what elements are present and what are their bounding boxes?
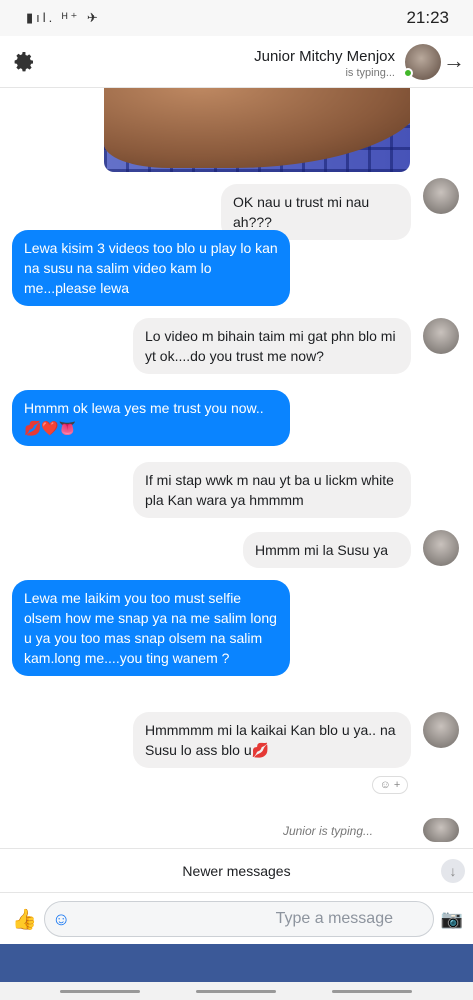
nav-home[interactable] (196, 990, 276, 993)
message-outgoing[interactable]: Lewa kisim 3 videos too blo u play lo ka… (12, 230, 290, 306)
sender-avatar[interactable] (423, 530, 459, 566)
message-outgoing[interactable]: Hmmm ok lewa yes me trust you now..💋❤️👅 (12, 390, 290, 446)
sender-avatar[interactable] (423, 318, 459, 354)
status-bar: ▮ıl. ᴴ⁺ ✈ 21:23 (0, 0, 473, 36)
message-input[interactable] (44, 901, 434, 937)
sender-avatar[interactable] (423, 178, 459, 214)
status-time: 21:23 (406, 8, 449, 27)
message-outgoing[interactable]: Lewa me laikim you too must selfie olsem… (12, 580, 290, 676)
bottom-brand-bar (0, 944, 473, 982)
typing-text: Junior is typing... (282, 824, 373, 838)
nav-back[interactable] (60, 990, 140, 993)
back-arrow-icon[interactable]: → (443, 48, 465, 74)
contact-status: is typing... (345, 67, 395, 79)
photo-content (104, 88, 410, 168)
newer-messages-label: Newer messages (182, 863, 291, 879)
typing-avatar (423, 818, 459, 842)
conversation-header: Junior Mitchy Menjox is typing... → (0, 36, 473, 88)
message-incoming[interactable]: If mi stap wwk m nau yt ba u lickm white… (133, 462, 411, 518)
typing-indicator: Junior is typing... (0, 812, 473, 848)
online-indicator (403, 68, 413, 78)
nav-recents[interactable] (332, 990, 412, 993)
system-nav-bar (0, 982, 473, 1000)
contact-name[interactable]: Junior Mitchy Menjox (254, 48, 395, 65)
photo-attachment[interactable] (104, 88, 410, 172)
newer-messages-bar[interactable]: Newer messages ↓ (0, 848, 473, 892)
message-incoming[interactable]: Hmmmmm mi la kaikai Kan blo u ya.. na Su… (133, 712, 411, 768)
status-icons: ▮ıl. ᴴ⁺ ✈ (26, 10, 101, 25)
sender-avatar[interactable] (423, 712, 459, 748)
message-composer: 👍 ☺ 📷 (0, 892, 473, 944)
add-reaction-button[interactable]: ☺ + (372, 776, 408, 794)
camera-icon[interactable]: 📷 (441, 909, 463, 930)
emoji-icon[interactable]: ☺ (52, 909, 70, 930)
thumbs-up-icon[interactable]: 👍 (12, 907, 37, 932)
message-incoming[interactable]: Lo video m bihain taim mi gat phn blo mi… (133, 318, 411, 374)
message-incoming[interactable]: Hmmm mi la Susu ya (243, 532, 411, 568)
arrow-down-icon[interactable]: ↓ (441, 859, 465, 883)
gear-icon[interactable] (12, 50, 36, 74)
